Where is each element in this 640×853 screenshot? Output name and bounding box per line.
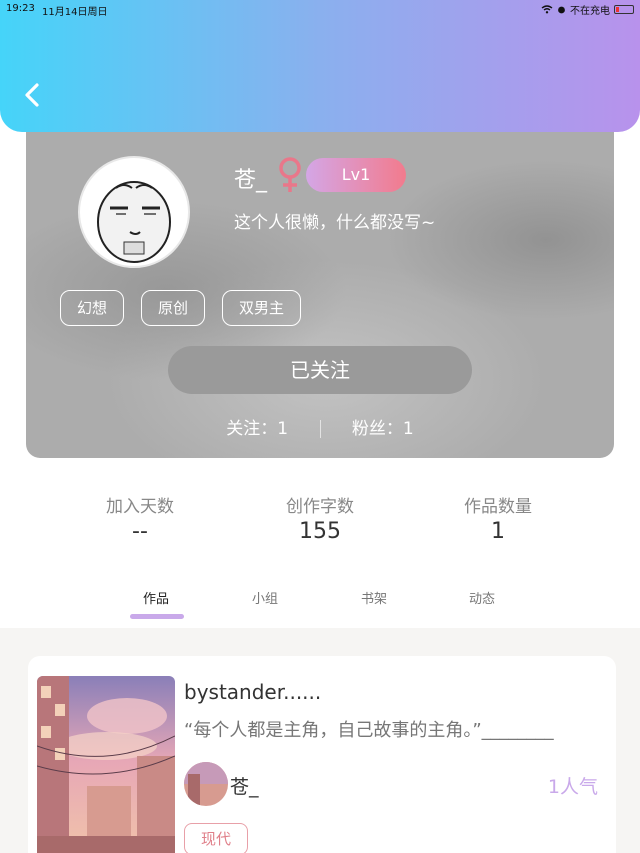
stat-words-label: 创作字数 bbox=[286, 497, 354, 517]
status-date: 11月14日周日 bbox=[42, 7, 108, 18]
alarm-icon bbox=[558, 6, 565, 14]
follow-button[interactable]: 已关注 bbox=[168, 346, 472, 394]
genre-tag[interactable]: 现代 bbox=[184, 823, 249, 853]
female-icon bbox=[276, 156, 304, 194]
wifi-icon bbox=[541, 5, 553, 14]
battery-icon bbox=[614, 5, 634, 14]
charging-status: 不在充电 bbox=[570, 6, 610, 17]
author-avatar[interactable] bbox=[184, 762, 228, 806]
stat-days: 加入天数 -- bbox=[60, 492, 220, 544]
active-tab-indicator bbox=[130, 614, 184, 619]
stat-works-label: 作品数量 bbox=[464, 497, 532, 517]
popularity-count: 1人气 bbox=[547, 776, 598, 798]
interest-tags: 幻想 原创 双男主 bbox=[60, 290, 302, 326]
tag-fantasy[interactable]: 幻想 bbox=[60, 290, 125, 326]
followers-count[interactable]: 粉丝：1 bbox=[352, 419, 414, 439]
stat-words-value: 155 bbox=[299, 519, 341, 544]
tab-moments[interactable]: 动态 bbox=[469, 588, 495, 607]
stat-days-label: 加入天数 bbox=[106, 497, 174, 517]
stat-days-value: -- bbox=[132, 519, 148, 544]
header-bar: 19:23 11月14日周日 不在充电 bbox=[0, 0, 640, 132]
chevron-left-icon bbox=[25, 83, 39, 107]
stat-words: 创作字数 155 bbox=[240, 492, 400, 544]
back-button[interactable] bbox=[22, 82, 44, 108]
book-cover[interactable] bbox=[37, 676, 175, 853]
stat-works: 作品数量 1 bbox=[418, 492, 578, 544]
work-description: “每个人都是主角，自己故事的主角。”________ bbox=[184, 720, 554, 741]
tag-bl[interactable]: 双男主 bbox=[222, 290, 302, 326]
stats-card: 加入天数 -- 创作字数 155 作品数量 1 bbox=[52, 448, 588, 580]
stat-works-value: 1 bbox=[491, 519, 505, 544]
avatar-face-icon bbox=[97, 181, 171, 263]
work-card[interactable]: bystander...... “每个人都是主角，自己故事的主角。”______… bbox=[28, 656, 616, 853]
status-right: 不在充电 bbox=[541, 2, 634, 17]
author-name[interactable]: 苍_ bbox=[230, 772, 259, 799]
user-nickname: 苍_ bbox=[234, 168, 268, 193]
tab-works[interactable]: 作品 bbox=[143, 588, 169, 607]
user-avatar[interactable] bbox=[78, 156, 190, 268]
tab-bookshelf[interactable]: 书架 bbox=[361, 588, 387, 607]
following-count[interactable]: 关注：1 bbox=[226, 419, 288, 439]
status-time: 19:23 bbox=[6, 3, 35, 14]
work-title[interactable]: bystander...... bbox=[184, 680, 321, 704]
divider bbox=[319, 420, 321, 438]
tab-groups[interactable]: 小组 bbox=[252, 588, 278, 607]
tag-original[interactable]: 原创 bbox=[141, 290, 206, 326]
profile-card: 苍_ Lv1 这个人很懒，什么都没写~ 幻想 原创 双男主 已关注 关注：1 粉… bbox=[26, 100, 614, 458]
cover-illustration bbox=[37, 676, 175, 853]
status-bar: 19:23 11月14日周日 不在充电 bbox=[0, 0, 640, 18]
content-tabs: 作品 小组 书架 动态 bbox=[0, 586, 640, 626]
user-bio: 这个人很懒，什么都没写~ bbox=[234, 213, 436, 233]
level-badge: Lv1 bbox=[306, 158, 406, 192]
follow-stats: 关注：1 粉丝：1 bbox=[26, 414, 614, 439]
